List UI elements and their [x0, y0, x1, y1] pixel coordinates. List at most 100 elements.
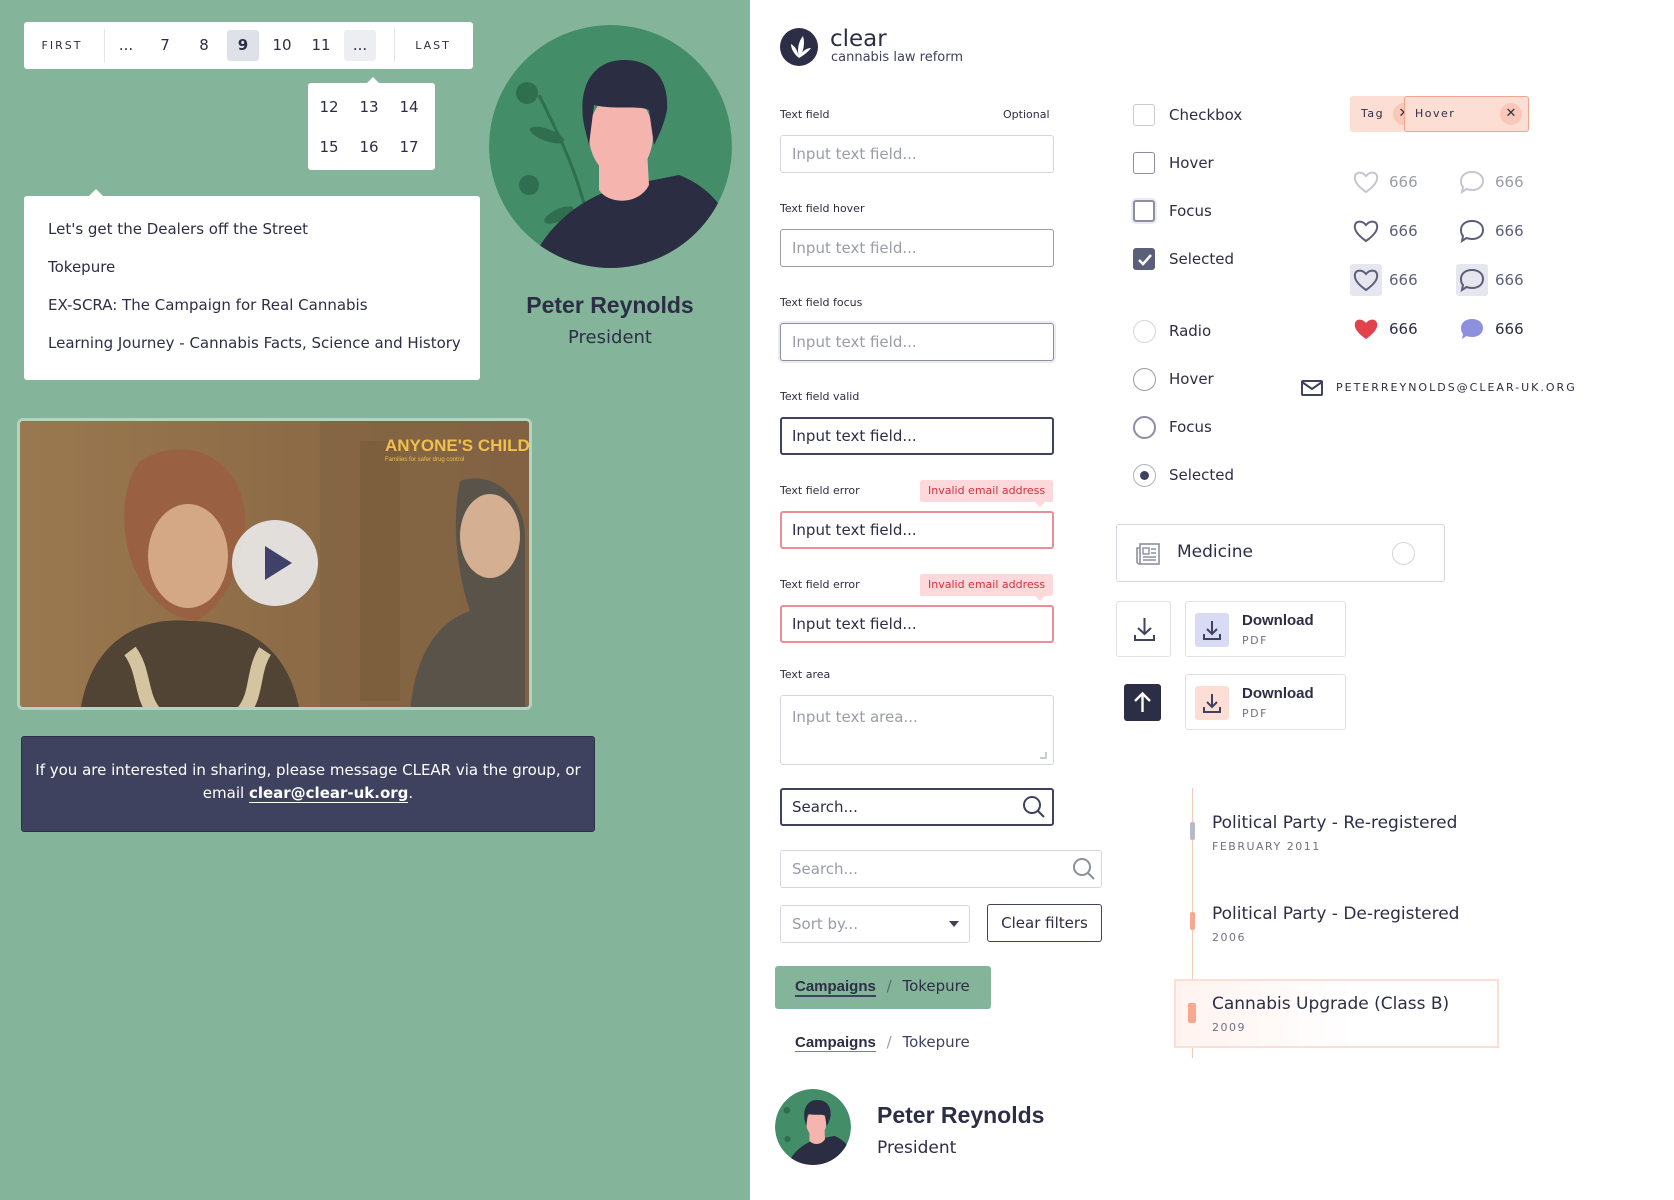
avatar-small: [775, 1089, 851, 1165]
timeline-title[interactable]: Cannabis Upgrade (Class B): [1212, 994, 1449, 1014]
play-button[interactable]: [232, 520, 318, 606]
pagination-divider: [394, 29, 395, 62]
share-message: If you are interested in sharing, please…: [21, 736, 595, 832]
comment-count: 666: [1495, 271, 1524, 289]
checkbox-hover[interactable]: [1133, 152, 1155, 174]
category-card[interactable]: Medicine: [1116, 524, 1445, 582]
search-input[interactable]: Search...: [780, 850, 1102, 888]
profile-name: Peter Reynolds: [526, 292, 694, 318]
dropdown-item[interactable]: Tokepure: [48, 256, 115, 278]
download-icon: [1195, 686, 1229, 720]
search-input-active[interactable]: Search...: [780, 788, 1054, 826]
text-field-focus-label: Text field focus: [780, 296, 863, 309]
download-icon-button[interactable]: [1116, 601, 1171, 657]
download-title: Download: [1242, 685, 1314, 702]
text-input-focus[interactable]: Input text field...: [780, 323, 1054, 361]
profile-name-small: Peter Reynolds: [877, 1102, 1045, 1128]
download-pdf-button[interactable]: Download PDF: [1185, 674, 1346, 730]
radio-label: Focus: [1169, 418, 1212, 436]
download-icon: [1195, 613, 1229, 647]
category-radio[interactable]: [1392, 542, 1415, 565]
text-input-hover[interactable]: Input text field...: [780, 229, 1054, 267]
radio-selected[interactable]: [1133, 464, 1156, 487]
timeline-marker: [1190, 912, 1195, 930]
download-sub: PDF: [1242, 634, 1268, 647]
comment-icon[interactable]: [1456, 215, 1488, 247]
close-icon[interactable]: ✕: [1500, 103, 1522, 125]
text-input-error[interactable]: Input text field...: [780, 511, 1054, 549]
error-message: Invalid email address: [920, 480, 1054, 507]
profile-role-small: President: [877, 1138, 957, 1158]
heart-icon[interactable]: [1350, 215, 1382, 247]
checkbox-selected[interactable]: [1133, 248, 1155, 270]
search-icon[interactable]: [1022, 795, 1046, 823]
resize-handle-icon[interactable]: [1040, 752, 1047, 759]
text-input-valid[interactable]: Input text field...: [780, 417, 1054, 455]
email-link[interactable]: PETERREYNOLDS@CLEAR-UK.ORG: [1336, 381, 1577, 394]
breadcrumb-current: Tokepure: [902, 1033, 970, 1051]
pagination-menu-page[interactable]: 13: [351, 95, 387, 119]
heart-filled-icon[interactable]: [1350, 313, 1382, 349]
logo-name: clear: [830, 26, 887, 52]
dropdown-item[interactable]: EX-SCRA: The Campaign for Real Cannabis: [48, 294, 368, 316]
radio-label: Radio: [1169, 322, 1212, 340]
newspaper-icon: [1135, 542, 1161, 570]
breadcrumb-parent[interactable]: Campaigns: [795, 1034, 876, 1052]
campaign-dropdown: Let's get the Dealers off the Street Tok…: [24, 189, 480, 380]
checkbox-label: Checkbox: [1169, 106, 1243, 124]
radio-label: Selected: [1169, 466, 1235, 484]
pagination-ellipsis-right[interactable]: ...: [344, 30, 376, 61]
profile-role: President: [568, 327, 652, 348]
comment-icon[interactable]: [1456, 264, 1488, 296]
search-icon[interactable]: [1072, 857, 1096, 885]
pagination-ellipsis-left[interactable]: ...: [110, 30, 142, 61]
share-email-link[interactable]: clear@clear-uk.org: [248, 784, 409, 803]
pagination-menu-page[interactable]: 12: [311, 95, 347, 119]
radio[interactable]: [1133, 320, 1156, 343]
pagination-page-active[interactable]: 9: [227, 30, 259, 61]
radio-hover[interactable]: [1133, 368, 1156, 391]
pagination-menu-page[interactable]: 16: [351, 135, 387, 159]
sort-select[interactable]: Sort by...: [780, 905, 970, 943]
timeline-title[interactable]: Political Party - De-registered: [1212, 904, 1459, 924]
pagination-menu-page[interactable]: 15: [311, 135, 347, 159]
text-input[interactable]: Input text field...: [780, 135, 1054, 173]
download-pdf-button[interactable]: Download PDF: [1185, 601, 1346, 657]
text-field-label: Text field: [780, 108, 830, 121]
heart-icon[interactable]: [1350, 264, 1382, 296]
pagination-menu-page[interactable]: 14: [391, 95, 427, 119]
text-area[interactable]: Input text area...: [780, 695, 1054, 765]
dropdown-item[interactable]: Learning Journey - Cannabis Facts, Scien…: [48, 332, 461, 354]
arrow-up-icon[interactable]: [1124, 684, 1161, 721]
like-count: 666: [1389, 320, 1418, 338]
timeline-marker: [1190, 822, 1195, 840]
logo-icon[interactable]: [780, 28, 818, 66]
comment-icon[interactable]: [1456, 166, 1488, 202]
pagination-page[interactable]: 7: [149, 30, 181, 61]
checkbox-focus[interactable]: [1133, 200, 1155, 222]
download-title: Download: [1242, 612, 1314, 629]
text-input-error[interactable]: Input text field...: [780, 605, 1054, 643]
comment-filled-icon[interactable]: [1456, 313, 1488, 349]
breadcrumb-highlighted: Campaigns / Tokepure: [775, 966, 991, 1009]
timeline-marker-active: [1188, 1003, 1196, 1023]
pagination-page[interactable]: 11: [304, 30, 338, 61]
timeline-date: 2006: [1212, 931, 1246, 944]
pagination-last[interactable]: LAST: [401, 30, 465, 61]
pagination-page[interactable]: 8: [188, 30, 220, 61]
pagination: FIRST ... 7 8 9 10 11 ... LAST: [24, 22, 473, 69]
breadcrumb-current: Tokepure: [902, 977, 970, 995]
pagination-menu-page[interactable]: 17: [391, 135, 427, 159]
text-field-hover-label: Text field hover: [780, 202, 865, 215]
dropdown-item[interactable]: Let's get the Dealers off the Street: [48, 218, 308, 240]
checkbox-label: Hover: [1169, 154, 1214, 172]
pagination-page[interactable]: 10: [266, 30, 298, 61]
timeline-title[interactable]: Political Party - Re-registered: [1212, 813, 1457, 833]
heart-icon[interactable]: [1350, 166, 1382, 202]
breadcrumb-parent[interactable]: Campaigns: [795, 978, 876, 997]
pagination-first[interactable]: FIRST: [30, 30, 94, 61]
tag-hover[interactable]: Hover ✕: [1404, 96, 1529, 132]
clear-filters-button[interactable]: Clear filters: [987, 904, 1102, 942]
radio-focus[interactable]: [1133, 416, 1156, 439]
checkbox[interactable]: [1133, 104, 1155, 126]
